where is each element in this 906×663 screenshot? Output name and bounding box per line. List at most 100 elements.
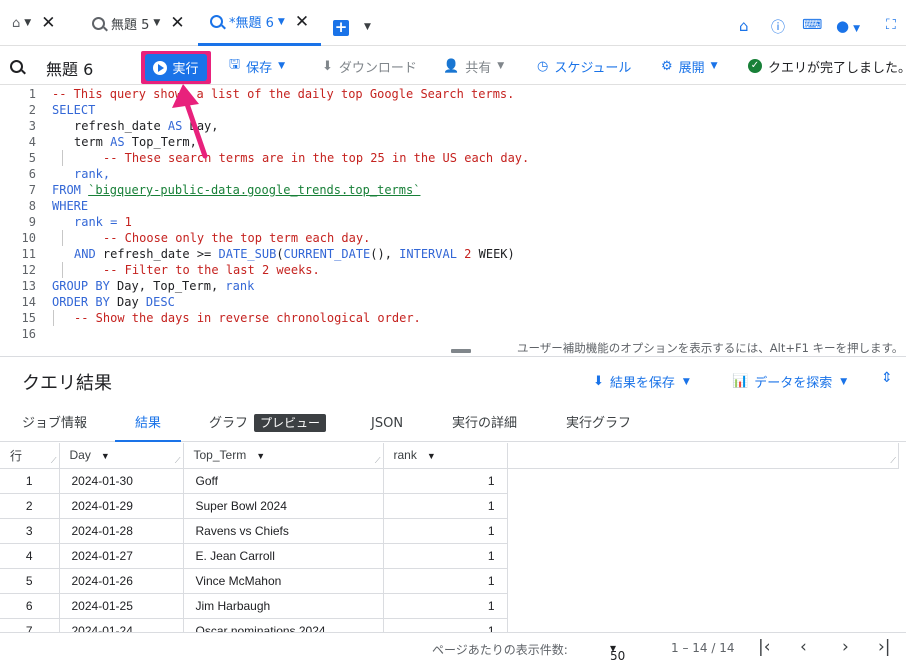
table-row[interactable]: 5 2024-01-26 Vince McMahon 1 [0, 568, 508, 594]
chevron-down-icon: ▼ [682, 376, 690, 387]
save-icon: 🖫 [229, 57, 241, 72]
cell-day: 2024-01-25 [59, 593, 184, 619]
line-number: 16 [21, 327, 36, 341]
save-results-button[interactable]: ⬇ 結果を保存 ▼ [593, 372, 690, 391]
check-circle-icon: ✓ [748, 59, 762, 73]
close-icon[interactable]: ✕ [295, 12, 309, 32]
download-icon: ⬇ [322, 58, 333, 74]
cell-day: 2024-01-30 [59, 468, 184, 494]
cell-rank: 1 [383, 493, 508, 519]
tab-query-5[interactable]: 無題 5 ▼ ✕ [92, 0, 185, 46]
line-number: 12 [21, 263, 36, 277]
table-row[interactable]: 3 2024-01-28 Ravens vs Chiefs 1 [0, 518, 508, 544]
column-header-row-number: 行 ⟋ [0, 443, 60, 469]
indent-guide [62, 230, 63, 246]
code-text: SELECT [52, 103, 96, 117]
schedule-button[interactable]: ◷ スケジュール [537, 47, 631, 85]
chevron-down-icon[interactable]: ▼ [24, 18, 31, 28]
sort-dropdown-icon[interactable]: ▼ [101, 451, 110, 461]
play-icon [153, 60, 168, 75]
add-person-icon: 👤 [443, 58, 460, 74]
line-number: 11 [21, 247, 36, 261]
code-text: AND refresh_date >= DATE_SUB(CURRENT_DAT… [74, 247, 515, 261]
column-header-top-term[interactable]: Top_Term ▼ ⟋ [183, 443, 384, 469]
close-icon[interactable]: ✕ [170, 13, 184, 33]
prev-page-icon[interactable]: ‹ [800, 637, 807, 657]
info-icon[interactable]: ⓘ [771, 17, 785, 37]
first-page-icon[interactable]: |‹ [758, 637, 771, 657]
last-page-icon[interactable]: ›| [878, 637, 891, 657]
chevron-down-icon: ▼ [710, 61, 718, 71]
deploy-button[interactable]: ⚙ 展開 ▼ [661, 47, 718, 85]
tab-home[interactable]: ⌂ ▼ ✕ [12, 0, 55, 46]
query-title: 無題 6 [46, 60, 94, 79]
close-icon[interactable]: ✕ [41, 13, 55, 33]
share-button[interactable]: 👤 共有 ▼ [443, 47, 504, 85]
cell-top-term: Ravens vs Chiefs [183, 518, 384, 544]
tab-label: *無題 6 [229, 16, 274, 31]
tab-execution-graph[interactable]: 実行グラフ [566, 405, 631, 442]
sort-dropdown-icon[interactable]: ▼ [427, 451, 436, 461]
code-text: WHERE [52, 199, 89, 213]
resize-icon[interactable]: ⟋ [375, 456, 381, 466]
home-icon[interactable]: ⌂ [739, 17, 749, 35]
tab-label: 無題 5 [111, 17, 150, 33]
cell-row-number: 4 [0, 543, 60, 569]
column-header-day[interactable]: Day ▼ ⟋ [59, 443, 184, 469]
code-text: -- Show the days in reverse chronologica… [74, 311, 421, 325]
tab-json[interactable]: JSON [371, 405, 403, 442]
code-text: rank = 1 [74, 215, 132, 229]
chevron-down-icon[interactable]: ▼ [278, 17, 285, 27]
line-number: 7 [28, 183, 36, 197]
line-number: 3 [28, 119, 36, 133]
resize-icon[interactable]: ⟋ [175, 456, 181, 466]
cell-day: 2024-01-26 [59, 568, 184, 594]
rows-per-page-label: ページあたりの表示件数: [432, 643, 568, 657]
tab-query-6[interactable]: *無題 6 ▼ ✕ [198, 0, 322, 46]
tab-execution-details[interactable]: 実行の詳細 [452, 405, 517, 442]
tab-results[interactable]: 結果 [115, 405, 182, 442]
rows-per-page-select[interactable]: 50 ▾ [610, 641, 625, 663]
code-text: term AS Top_Term, [74, 135, 197, 149]
cell-row-number: 3 [0, 518, 60, 544]
lightbulb-icon[interactable]: ● ▼ [836, 17, 860, 35]
save-button[interactable]: 🖫 保存 ▼ [229, 47, 285, 85]
resize-icon[interactable]: ⟋ [890, 456, 896, 466]
cell-top-term: Goff [183, 468, 384, 494]
tab-graph[interactable]: グラフ プレビュー [209, 405, 327, 442]
cell-row-number: 1 [0, 468, 60, 494]
expand-collapse-icon[interactable]: ⇕ [881, 370, 893, 386]
code-text: refresh_date AS Day, [74, 119, 219, 133]
chevron-down-icon[interactable]: ▼ [364, 22, 371, 32]
sort-dropdown-icon[interactable]: ▼ [256, 451, 265, 461]
code-text: -- Choose only the top term each day. [103, 231, 371, 245]
line-number: 15 [21, 311, 36, 325]
table-row[interactable]: 6 2024-01-25 Jim Harbaugh 1 [0, 593, 508, 619]
keyboard-icon[interactable]: ⌨ [802, 17, 822, 33]
clock-icon: ◷ [537, 58, 549, 74]
download-button[interactable]: ⬇ ダウンロード [322, 47, 417, 85]
sql-editor[interactable]: 1 -- This query shows a list of the daily… [0, 86, 906, 341]
cell-top-term: E. Jean Carroll [183, 543, 384, 569]
run-button[interactable]: 実行 [145, 54, 207, 81]
home-icon: ⌂ [12, 15, 21, 31]
explore-data-button[interactable]: 📊 データを探索 ▼ [732, 372, 847, 391]
resize-icon[interactable]: ⟋ [51, 456, 57, 466]
table-row[interactable]: 4 2024-01-27 E. Jean Carroll 1 [0, 543, 508, 569]
code-text: rank, [74, 167, 111, 181]
cell-rank: 1 [383, 568, 508, 594]
resize-handle[interactable] [451, 349, 471, 353]
column-header-rank[interactable]: rank ▼ [383, 443, 508, 469]
table-row[interactable]: 2 2024-01-29 Super Bowl 2024 1 [0, 493, 508, 519]
next-page-icon[interactable]: › [842, 637, 849, 657]
new-tab-button[interactable]: + [333, 20, 349, 36]
tab-job-info[interactable]: ジョブ情報 [22, 405, 87, 442]
cell-top-term: Vince McMahon [183, 568, 384, 594]
gear-icon: ⚙ [661, 58, 673, 74]
table-row[interactable]: 1 2024-01-30 Goff 1 [0, 468, 508, 494]
chevron-down-icon[interactable]: ▼ [153, 18, 160, 28]
fullscreen-icon[interactable]: ⛶ [886, 17, 896, 33]
cell-row-number: 5 [0, 568, 60, 594]
results-title: クエリ結果 [22, 373, 112, 394]
cell-rank: 1 [383, 543, 508, 569]
